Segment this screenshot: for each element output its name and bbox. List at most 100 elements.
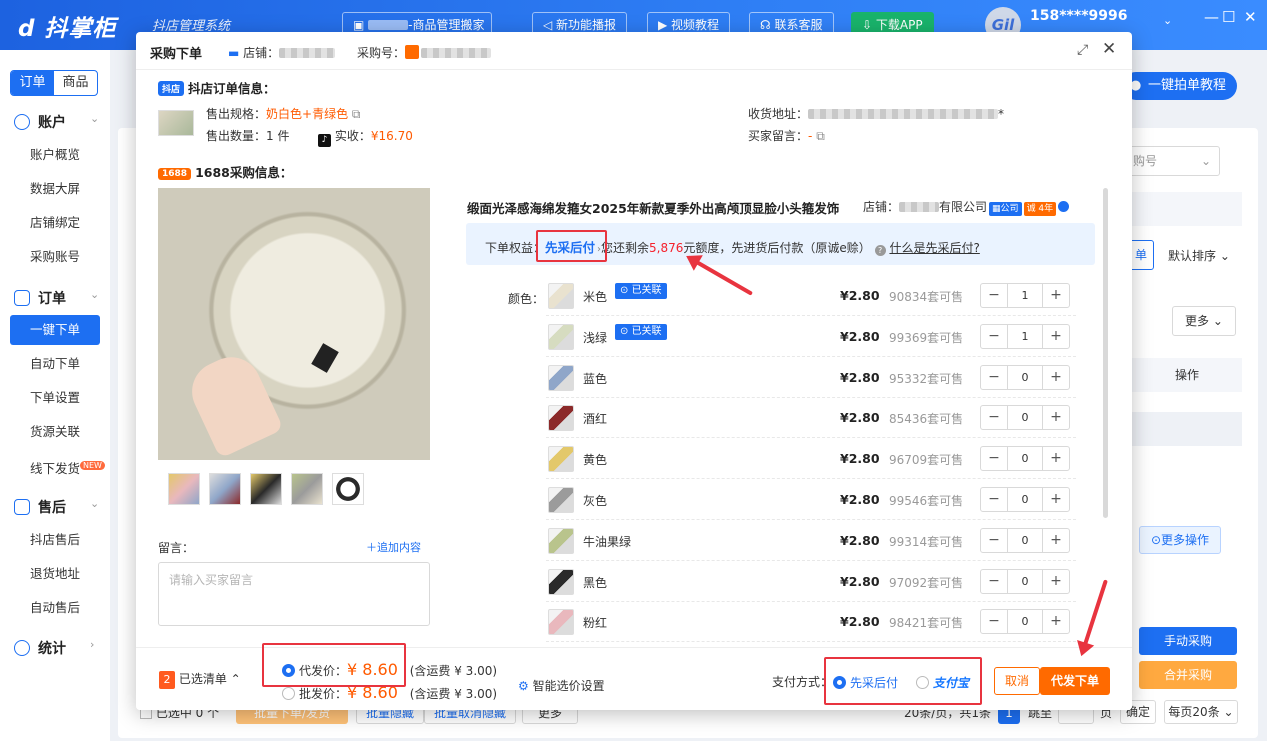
product-thumbnail-1[interactable] xyxy=(168,473,200,505)
more-icon: ⊙ xyxy=(1150,533,1162,547)
sidebar-group-orders[interactable]: 订单 ⌄ xyxy=(14,288,99,308)
dropship-order-button[interactable]: 代发下单 xyxy=(1040,667,1110,695)
background-select[interactable]: 购号 ⌄ xyxy=(1122,146,1220,176)
pie-chart-icon xyxy=(14,640,30,656)
color-thumbnail[interactable] xyxy=(548,527,574,554)
play-icon: ▶ xyxy=(658,18,672,32)
tab-orders[interactable]: 订单 xyxy=(11,71,54,95)
new-badge: NEW xyxy=(80,461,105,470)
tab-products[interactable]: 商品 xyxy=(54,71,97,95)
product-main-image[interactable] xyxy=(158,188,430,460)
maximize-icon[interactable]: ☐ xyxy=(1222,8,1235,26)
alibaba-icon xyxy=(405,45,420,59)
product-thumbnail-5[interactable] xyxy=(332,473,364,505)
sidebar-item-auto-after-sales[interactable]: 自动售后 xyxy=(0,593,110,623)
color-name: 酒红 xyxy=(583,412,608,427)
window-close-icon[interactable]: ✕ xyxy=(1244,8,1257,26)
variant-scrollbar[interactable] xyxy=(1103,188,1108,518)
sidebar-item-douyin-after-sales[interactable]: 抖店售后 xyxy=(0,525,110,555)
buyer-message-input[interactable] xyxy=(158,562,430,626)
quantity-input[interactable]: 0 xyxy=(1007,569,1043,593)
product-title[interactable]: 缎面光泽感海绵发箍女2025年新款夏季外出高颅顶显脸小头箍发饰 xyxy=(467,198,839,217)
quantity-input[interactable]: 1 xyxy=(1007,324,1043,348)
color-thumbnail[interactable] xyxy=(548,609,574,636)
color-thumbnail[interactable] xyxy=(548,283,574,309)
sidebar-group-account[interactable]: 账户 ⌄ xyxy=(14,112,99,132)
minus-button[interactable]: − xyxy=(981,284,1007,307)
minus-button[interactable]: − xyxy=(981,529,1007,552)
sidebar-group-after-sales[interactable]: 售后 ⌄ xyxy=(14,497,99,517)
sidebar-item-one-click-order[interactable]: 一键下单 xyxy=(10,315,100,345)
quantity-input[interactable]: 0 xyxy=(1007,406,1043,430)
link-icon: ⊙ xyxy=(620,285,632,296)
modal-close-icon[interactable]: ✕ xyxy=(1102,39,1116,59)
minus-button[interactable]: − xyxy=(981,325,1007,348)
sidebar-item-offline-shipping[interactable]: 线下发货 NEW xyxy=(0,451,110,481)
sort-dropdown[interactable]: 默认排序 ⌄ xyxy=(1168,247,1230,264)
selected-list-toggle[interactable]: 2 已选清单 ⌃ xyxy=(159,670,241,689)
plus-button[interactable]: + xyxy=(1043,366,1069,389)
quantity-input[interactable]: 0 xyxy=(1007,610,1043,634)
smart-price-setting[interactable]: ⚙ 智能选价设置 xyxy=(518,677,605,694)
plus-button[interactable]: + xyxy=(1043,488,1069,511)
merge-purchase-button[interactable]: 合并采购 xyxy=(1139,661,1237,689)
plus-button[interactable]: + xyxy=(1043,325,1069,348)
color-thumbnail[interactable] xyxy=(548,323,574,350)
minus-button[interactable]: − xyxy=(981,447,1007,470)
sidebar-item-data-screen[interactable]: 数据大屏 xyxy=(0,174,110,204)
sidebar-group-statistics[interactable]: 统计 › xyxy=(14,638,94,658)
plus-button[interactable]: + xyxy=(1043,570,1069,593)
minus-button[interactable]: − xyxy=(981,488,1007,511)
color-thumbnail[interactable] xyxy=(548,568,574,595)
product-thumbnail-4[interactable] xyxy=(291,473,323,505)
quantity-stepper: −0 + xyxy=(980,609,1070,635)
more-dropdown[interactable]: 更多 ⌄ xyxy=(1172,306,1236,336)
plus-button[interactable]: + xyxy=(1043,610,1069,633)
fullscreen-icon[interactable]: ⤢ xyxy=(1077,42,1088,58)
what-is-pay-later-link[interactable]: 什么是先采后付? xyxy=(889,241,979,255)
sidebar-item-purchase-account[interactable]: 采购账号 xyxy=(0,242,110,272)
product-thumbnail-2[interactable] xyxy=(209,473,241,505)
product-thumbnail-3[interactable] xyxy=(250,473,282,505)
quantity-input[interactable]: 0 xyxy=(1007,488,1043,511)
minus-button[interactable]: − xyxy=(981,366,1007,389)
plus-button[interactable]: + xyxy=(1043,406,1069,429)
color-thumbnail[interactable] xyxy=(548,364,574,391)
cancel-button[interactable]: 取消 xyxy=(994,667,1040,695)
sidebar-item-auto-order[interactable]: 自动下单 xyxy=(0,349,110,379)
sidebar-item-return-address[interactable]: 退货地址 xyxy=(0,559,110,589)
quantity-input[interactable]: 0 xyxy=(1007,447,1043,471)
per-page-select[interactable]: 每页20条 ⌄ xyxy=(1164,700,1238,724)
plus-button[interactable]: + xyxy=(1043,447,1069,470)
copy-icon[interactable]: ⧉ xyxy=(352,107,361,121)
info-icon[interactable] xyxy=(1058,201,1070,212)
minimize-icon[interactable]: — xyxy=(1204,8,1219,26)
minus-button[interactable]: − xyxy=(981,570,1007,593)
plus-button[interactable]: + xyxy=(1043,284,1069,307)
sidebar-item-order-settings[interactable]: 下单设置 xyxy=(0,383,110,413)
more-operations-button[interactable]: ⊙更多操作 xyxy=(1139,526,1221,554)
quantity-input[interactable]: 1 xyxy=(1007,284,1043,307)
sidebar-item-shop-binding[interactable]: 店铺绑定 xyxy=(0,208,110,238)
one-click-tutorial-button[interactable]: ● 一键拍单教程 xyxy=(1122,72,1237,100)
minus-button[interactable]: − xyxy=(981,610,1007,633)
color-name: 粉红 xyxy=(583,616,608,631)
color-name: 浅绿 xyxy=(583,330,608,345)
plus-button[interactable]: + xyxy=(1043,529,1069,552)
color-thumbnail[interactable] xyxy=(548,446,574,473)
background-filter-row xyxy=(1132,192,1242,226)
plus-icon: ＋ xyxy=(366,541,377,554)
color-name: 黑色 xyxy=(583,575,608,590)
copy-icon[interactable]: ⧉ xyxy=(816,129,825,143)
user-phone[interactable]: 158****9996 xyxy=(1030,8,1127,24)
quantity-input[interactable]: 0 xyxy=(1007,365,1043,389)
user-menu-chevron-icon[interactable]: ⌄ xyxy=(1163,14,1172,27)
add-content-button[interactable]: ＋追加内容 xyxy=(366,539,421,555)
minus-button[interactable]: − xyxy=(981,406,1007,429)
quantity-input[interactable]: 0 xyxy=(1007,528,1043,552)
sidebar-item-account-overview[interactable]: 账户概览 xyxy=(0,140,110,170)
sidebar-item-source-link[interactable]: 货源关联 xyxy=(0,417,110,447)
color-thumbnail[interactable] xyxy=(548,405,574,432)
color-thumbnail[interactable] xyxy=(548,487,574,513)
manual-purchase-button[interactable]: 手动采购 xyxy=(1139,627,1237,655)
